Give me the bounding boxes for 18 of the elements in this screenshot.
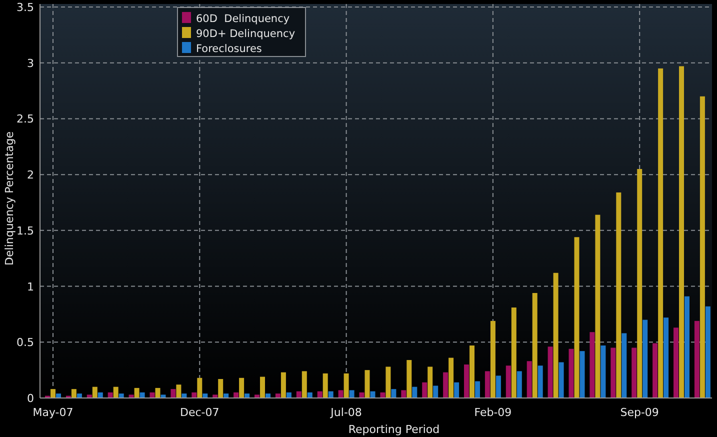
- legend-label: 90D+ Delinquency: [196, 28, 296, 40]
- x-tick-label: Dec-07: [180, 406, 220, 419]
- y-tick-label: 2.5: [16, 112, 34, 126]
- y-tick-label: 3: [27, 56, 34, 70]
- legend-label: 60D Delinquency: [196, 13, 290, 25]
- y-tick-label: 1: [27, 280, 34, 294]
- y-tick-label: 1.5: [16, 224, 34, 238]
- x-tick-label: Jul-08: [330, 406, 362, 419]
- x-axis-title: Reporting Period: [348, 423, 440, 436]
- y-tick-label: 0: [27, 392, 34, 405]
- y-tick-label: 0.5: [16, 336, 34, 350]
- x-tick-label: May-07: [32, 406, 74, 419]
- y-tick-label: 2: [27, 168, 34, 182]
- legend-label: Foreclosures: [196, 43, 262, 55]
- y-tick-label: 3.5: [16, 1, 34, 14]
- x-tick-label: Sep-09: [620, 406, 659, 419]
- y-axis-title: Delinquency Percentage: [3, 132, 16, 266]
- x-tick-label: Feb-09: [474, 406, 512, 419]
